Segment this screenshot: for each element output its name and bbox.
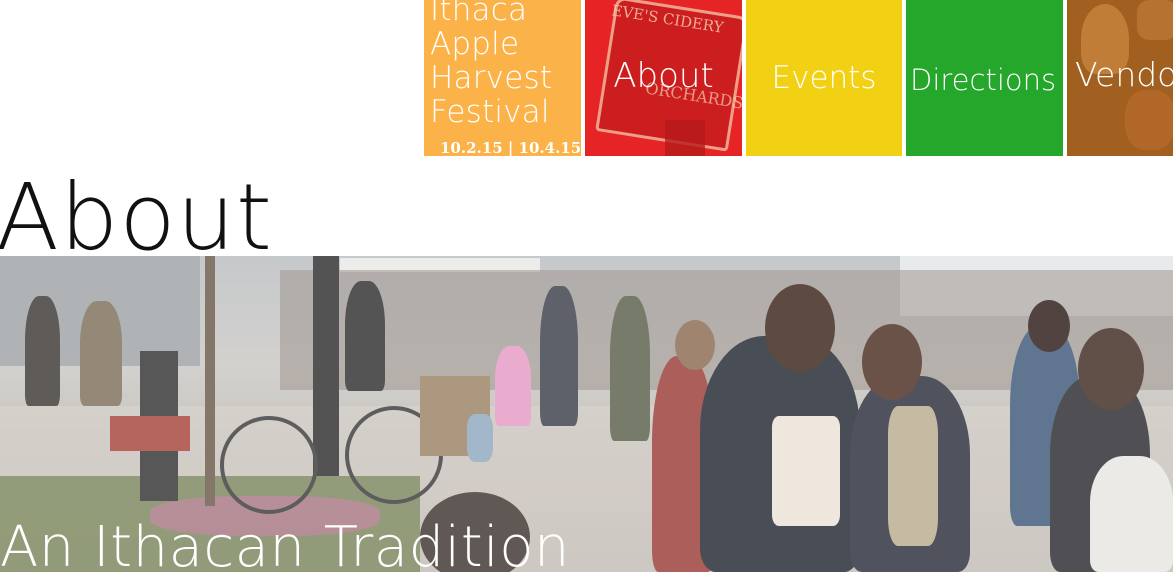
sign-post-image: [665, 120, 705, 156]
hero-caption: An Ithacan Tradition: [0, 515, 570, 572]
nav-tile-about[interactable]: EVE'S CIDERY ORCHARDS About: [585, 0, 742, 156]
logo-line-2: Apple: [430, 26, 520, 62]
nav-label-vendors: Vendo: [1075, 55, 1173, 94]
page-title: About: [0, 164, 274, 271]
hero-festival-photo: An Ithacan Tradition: [0, 256, 1173, 572]
nav-label-events: Events: [771, 60, 877, 96]
nav-tile-vendors[interactable]: Vendo: [1067, 0, 1173, 156]
nav-tile-events[interactable]: Events: [746, 0, 902, 156]
nav-label-about: About: [613, 56, 714, 96]
nav-label-directions: Directions: [910, 63, 1057, 97]
nav-tile-directions[interactable]: Directions: [906, 0, 1063, 156]
home-logo-tile[interactable]: Ithaca Apple Harvest Festival 10.2.15 | …: [424, 0, 581, 156]
festival-logo-text: Ithaca Apple Harvest Festival: [430, 0, 552, 129]
lantern-image-2: [1125, 90, 1173, 150]
logo-line-3: Harvest: [430, 60, 553, 96]
logo-line-4: Festival: [430, 94, 550, 130]
logo-line-1: Ithaca: [430, 0, 528, 28]
lantern-image-3: [1137, 0, 1173, 40]
festival-dates: 10.2.15 | 10.4.15: [440, 139, 581, 156]
